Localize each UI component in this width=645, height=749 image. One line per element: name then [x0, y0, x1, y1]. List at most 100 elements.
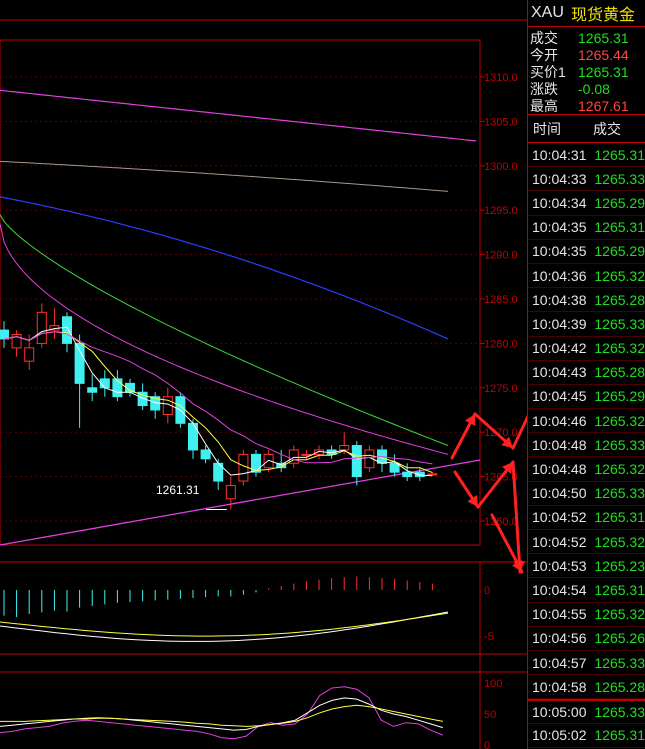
tick-row: 10:04:56 1265.26	[528, 627, 645, 651]
tick-time: 10:04:34	[532, 194, 587, 211]
tick-row: 10:04:34 1265.29	[528, 191, 645, 216]
tick-price: 1265.33	[594, 315, 645, 332]
tick-row: 10:04:31 1265.31	[528, 143, 645, 168]
tick-row: 10:05:00 1265.33	[528, 699, 645, 724]
tick-time: 10:04:45	[532, 388, 587, 405]
quote-value: 1265.31	[578, 63, 629, 80]
candle-body	[36, 311, 47, 344]
tick-time: 10:04:42	[532, 340, 587, 357]
price-axis-label: 1300.0	[484, 161, 518, 173]
kdj-d-line	[0, 704, 443, 727]
quote-summary: 成交 1265.31 今开 1265.44 买价1 1265.31 涨跌 -0.08 最…	[528, 27, 645, 115]
tick-price: 1265.29	[594, 388, 645, 405]
tick-price: 1265.31	[594, 727, 645, 744]
tick-price: 1265.28	[594, 364, 645, 381]
candle-body	[112, 378, 123, 398]
quote-row: 成交 1265.31	[528, 29, 645, 46]
tick-row: 10:04:46 1265.32	[528, 409, 645, 434]
tick-time: 10:04:35	[532, 219, 587, 236]
tick-price: 1265.32	[594, 533, 645, 550]
tick-time: 10:04:35	[532, 243, 587, 260]
candle-body	[225, 484, 236, 500]
tick-row: 10:04:58 1265.28	[528, 675, 645, 700]
tick-price: 1265.31	[594, 509, 645, 526]
tick-time: 10:04:56	[532, 630, 587, 647]
candle-body	[427, 473, 438, 476]
tick-time: 10:04:38	[532, 291, 587, 308]
tick-row: 10:04:36 1265.32	[528, 264, 645, 289]
tick-row: 10:04:53 1265.23	[528, 554, 645, 579]
tick-time: 10:04:39	[532, 315, 587, 332]
tick-price: 1265.28	[594, 291, 645, 308]
tick-row: 10:04:50 1265.33	[528, 482, 645, 506]
price-axis-label: 1285.0	[484, 294, 518, 306]
tick-row: 10:05:02 1265.31	[528, 724, 645, 748]
tick-price: 1265.31	[594, 581, 645, 598]
macd-axis-label: -5	[484, 631, 494, 643]
tick-row: 10:04:48 1265.32	[528, 457, 645, 482]
symbol-header: XAU 现货黄金	[528, 0, 645, 27]
price-axis-label: 1290.0	[484, 250, 518, 262]
tick-time: 10:04:58	[532, 678, 587, 695]
tick-row: 10:04:35 1265.29	[528, 240, 645, 264]
candle-body	[402, 471, 413, 478]
tick-time: 10:04:48	[532, 461, 587, 478]
candle-body	[87, 387, 98, 393]
tick-price: 1265.28	[594, 678, 645, 695]
candle-body	[188, 422, 198, 451]
tick-row: 10:04:38 1265.28	[528, 288, 645, 313]
tick-price: 1265.32	[594, 412, 645, 429]
tick-list[interactable]: 10:04:31 1265.31 10:04:33 1265.33 10:04:34 12…	[528, 143, 645, 748]
quote-row: 最高 1267.61	[528, 97, 645, 114]
symbol-name: 现货黄金	[571, 7, 636, 24]
tick-row: 10:04:35 1265.31	[528, 216, 645, 240]
tick-time: 10:04:57	[532, 654, 587, 671]
tick-price: 1265.33	[594, 703, 645, 720]
tick-row: 10:04:55 1265.32	[528, 603, 645, 627]
kdj-axis-label: 100	[484, 678, 502, 690]
tick-row: 10:04:43 1265.28	[528, 361, 645, 385]
tick-row: 10:04:52 1265.31	[528, 506, 645, 530]
tick-price: 1265.32	[594, 461, 645, 478]
tick-price: 1265.32	[594, 606, 645, 623]
quote-value: -0.08	[578, 80, 610, 97]
tick-row: 10:04:42 1265.32	[528, 337, 645, 361]
candle-body	[301, 453, 312, 456]
ma-line-pink-long	[0, 89, 477, 142]
tick-price: 1265.33	[594, 436, 645, 453]
kdj-axis-label: 50	[484, 709, 496, 721]
macd-dea-line	[0, 612, 449, 637]
kdj-j-line	[0, 686, 443, 740]
quote-row: 今开 1265.44	[528, 46, 645, 63]
tick-price: 1265.29	[594, 194, 645, 211]
tick-time: 10:04:43	[532, 364, 587, 381]
quote-value: 1265.31	[578, 29, 629, 46]
tick-time: 10:04:36	[532, 267, 587, 284]
candle-body	[351, 445, 362, 478]
tick-price: 1265.33	[594, 654, 645, 671]
quote-panel: XAU 现货黄金 成交 1265.31 今开 1265.44 买价1 1265.31 …	[527, 0, 645, 749]
ticks-header-price: 成交	[593, 120, 621, 137]
candlestick-chart[interactable]: 1310.0 1305.0 1300.0 1295.0 1290.0 1285.0 1280…	[0, 0, 527, 749]
tick-time: 10:04:31	[532, 146, 587, 163]
tick-time: 10:04:54	[532, 581, 587, 598]
tick-price: 1265.32	[594, 340, 645, 357]
candle-body	[238, 453, 249, 482]
candle-body	[0, 329, 9, 340]
quote-label: 最高	[530, 97, 558, 114]
price-axis-label: 1310.0	[484, 72, 518, 84]
tick-time: 10:04:53	[532, 557, 587, 574]
tick-price: 1265.31	[594, 146, 645, 163]
candle-body	[62, 316, 72, 344]
macd-dif-line	[0, 611, 449, 642]
candle-body	[24, 347, 35, 362]
tick-row: 10:04:52 1265.32	[528, 530, 645, 555]
tick-time: 10:04:52	[532, 533, 587, 550]
ticks-header: 时间 成交	[528, 115, 645, 143]
symbol-code: XAU	[531, 4, 564, 21]
tick-price: 1265.33	[594, 485, 645, 502]
candle-body	[339, 445, 350, 451]
tick-row: 10:04:57 1265.33	[528, 651, 645, 676]
tick-time: 10:05:00	[532, 703, 587, 720]
tick-time: 10:04:55	[532, 606, 587, 623]
